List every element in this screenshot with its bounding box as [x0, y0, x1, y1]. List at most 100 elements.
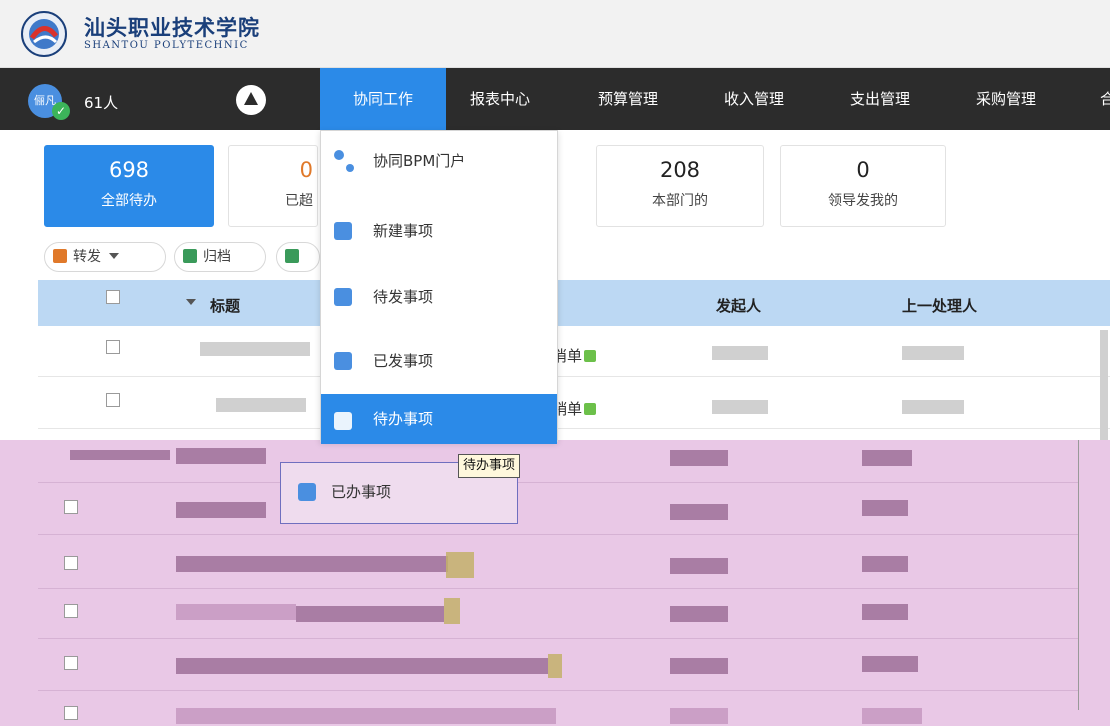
table-row-handler-redacted — [862, 656, 918, 672]
table-row-sender-redacted — [670, 606, 728, 622]
row-checkbox[interactable] — [64, 604, 78, 618]
table-row-handler-redacted — [862, 556, 908, 572]
stat-label: 本部门的 — [652, 193, 708, 209]
collapse-up-icon[interactable] — [236, 85, 266, 115]
forward-label: 转发 — [73, 249, 101, 265]
menu-item-new[interactable]: 新建事项 — [321, 206, 557, 256]
stat-value: 0 — [856, 158, 870, 182]
app-header: 汕头职业技术学院 SHANTOU POLYTECHNIC — [0, 0, 1110, 68]
row-divider — [38, 638, 1078, 639]
row-divider — [38, 690, 1078, 691]
row-checkbox[interactable] — [64, 500, 78, 514]
nav-item-budget[interactable]: 预算管理 — [598, 68, 658, 130]
row-checkbox[interactable] — [64, 556, 78, 570]
school-name-cn: 汕头职业技术学院 — [84, 15, 260, 40]
table-row-handler-redacted — [902, 400, 964, 414]
row-divider — [38, 482, 1078, 483]
select-all-checkbox[interactable] — [106, 290, 120, 304]
row-checkbox[interactable] — [64, 656, 78, 670]
menu-item-todo[interactable]: 待办事项 — [321, 394, 557, 444]
stat-value: 0 — [299, 158, 313, 182]
row-checkbox[interactable] — [106, 393, 120, 407]
archive-label: 归档 — [203, 249, 231, 265]
stat-card-from-leader[interactable]: 0 领导发我的 — [780, 145, 946, 227]
stat-label: 领导发我的 — [828, 193, 898, 209]
online-check-icon: ✓ — [52, 102, 70, 120]
stat-label: 全部待办 — [101, 193, 157, 209]
document-icon — [334, 352, 352, 370]
nav-item-expense[interactable]: 支出管理 — [850, 68, 910, 130]
row-checkbox[interactable] — [64, 706, 78, 720]
online-user-count[interactable]: 61人 — [84, 92, 118, 113]
menu-item-to-send[interactable]: 待发事项 — [321, 272, 557, 322]
menu-item-sent[interactable]: 已发事项 — [321, 336, 557, 386]
column-sender[interactable]: 发起人 — [716, 295, 761, 316]
table-row-title-redacted[interactable] — [200, 342, 310, 356]
nav-item-more[interactable]: 合 — [1100, 68, 1110, 130]
stat-value: 208 — [659, 158, 701, 182]
row-checkbox[interactable] — [106, 340, 120, 354]
nav-item-procurement[interactable]: 采购管理 — [976, 68, 1036, 130]
nav-item-collaboration[interactable]: 协同工作 — [320, 68, 446, 130]
table-row-title-redacted — [176, 658, 548, 674]
table-row-title-suffix: 销单 — [552, 398, 597, 419]
school-name-en: SHANTOU POLYTECHNIC — [84, 40, 249, 51]
table-row-title-redacted — [176, 604, 296, 620]
archive-button[interactable]: 归档 — [174, 242, 266, 272]
column-last-handler[interactable]: 上一处理人 — [902, 295, 977, 316]
menu-item-label: 协同BPM门户 — [373, 152, 466, 170]
row-divider — [38, 588, 1078, 589]
bpm-icon — [334, 150, 344, 160]
table-row-title-redacted — [176, 556, 448, 572]
menu-item-bpm-portal[interactable]: 协同BPM门户 — [321, 136, 557, 186]
delete-button[interactable] — [276, 242, 320, 272]
table-row-title-redacted[interactable] — [216, 398, 306, 412]
vertical-scrollbar[interactable] — [1100, 330, 1108, 440]
table-row-handler-redacted — [862, 604, 908, 620]
menu-item-label: 待办事项 — [373, 410, 434, 428]
row-divider — [38, 428, 1110, 429]
trash-icon — [285, 249, 299, 263]
table-row-handler-redacted — [902, 346, 964, 360]
table-row-title-redacted — [176, 708, 556, 724]
form-icon — [584, 350, 597, 362]
table-row-handler-redacted — [862, 500, 908, 516]
school-logo-icon — [21, 11, 67, 57]
document-icon — [334, 412, 352, 430]
form-icon — [444, 598, 460, 624]
nav-item-income[interactable]: 收入管理 — [724, 68, 784, 130]
stat-card-department[interactable]: 208 本部门的 — [596, 145, 764, 227]
stat-card-all-todo[interactable]: 698 全部待办 — [44, 145, 214, 227]
nav-item-reports[interactable]: 报表中心 — [470, 68, 530, 130]
stat-value: 698 — [108, 158, 150, 182]
row-divider — [38, 534, 1078, 535]
main-navbar — [0, 68, 1110, 130]
form-icon — [446, 552, 474, 578]
forward-button[interactable]: 转发 — [44, 242, 166, 272]
sort-down-icon[interactable] — [186, 299, 196, 305]
menu-item-label: 已发事项 — [373, 352, 434, 370]
menu-item-label: 待发事项 — [373, 288, 434, 306]
menu-item-label: 新建事项 — [373, 222, 434, 240]
row-divider — [38, 376, 1110, 377]
table-row-title-redacted — [296, 606, 444, 622]
column-title[interactable]: 标题 — [210, 295, 240, 316]
form-icon — [584, 403, 597, 415]
table-row-sender-redacted — [670, 450, 728, 466]
table-row-sender-redacted — [670, 658, 728, 674]
overlay-scroll-edge — [1078, 440, 1079, 710]
chevron-down-icon — [109, 253, 119, 259]
stat-label: 已超 — [285, 193, 313, 209]
table-row-sender-redacted — [670, 708, 728, 724]
document-icon — [334, 288, 352, 306]
archive-icon — [183, 249, 197, 263]
form-icon — [548, 654, 562, 678]
tooltip: 待办事项 — [458, 454, 521, 478]
stat-card-overdue[interactable]: 0 已超 — [228, 145, 318, 227]
menu-item-label: 已办事项 — [331, 483, 392, 501]
table-row-sender-redacted — [712, 346, 768, 360]
table-row-title-suffix: 消单 — [552, 345, 597, 366]
table-row-sender-redacted — [670, 504, 728, 520]
table-row-title-redacted — [70, 450, 170, 460]
table-row-handler-redacted — [862, 708, 922, 724]
